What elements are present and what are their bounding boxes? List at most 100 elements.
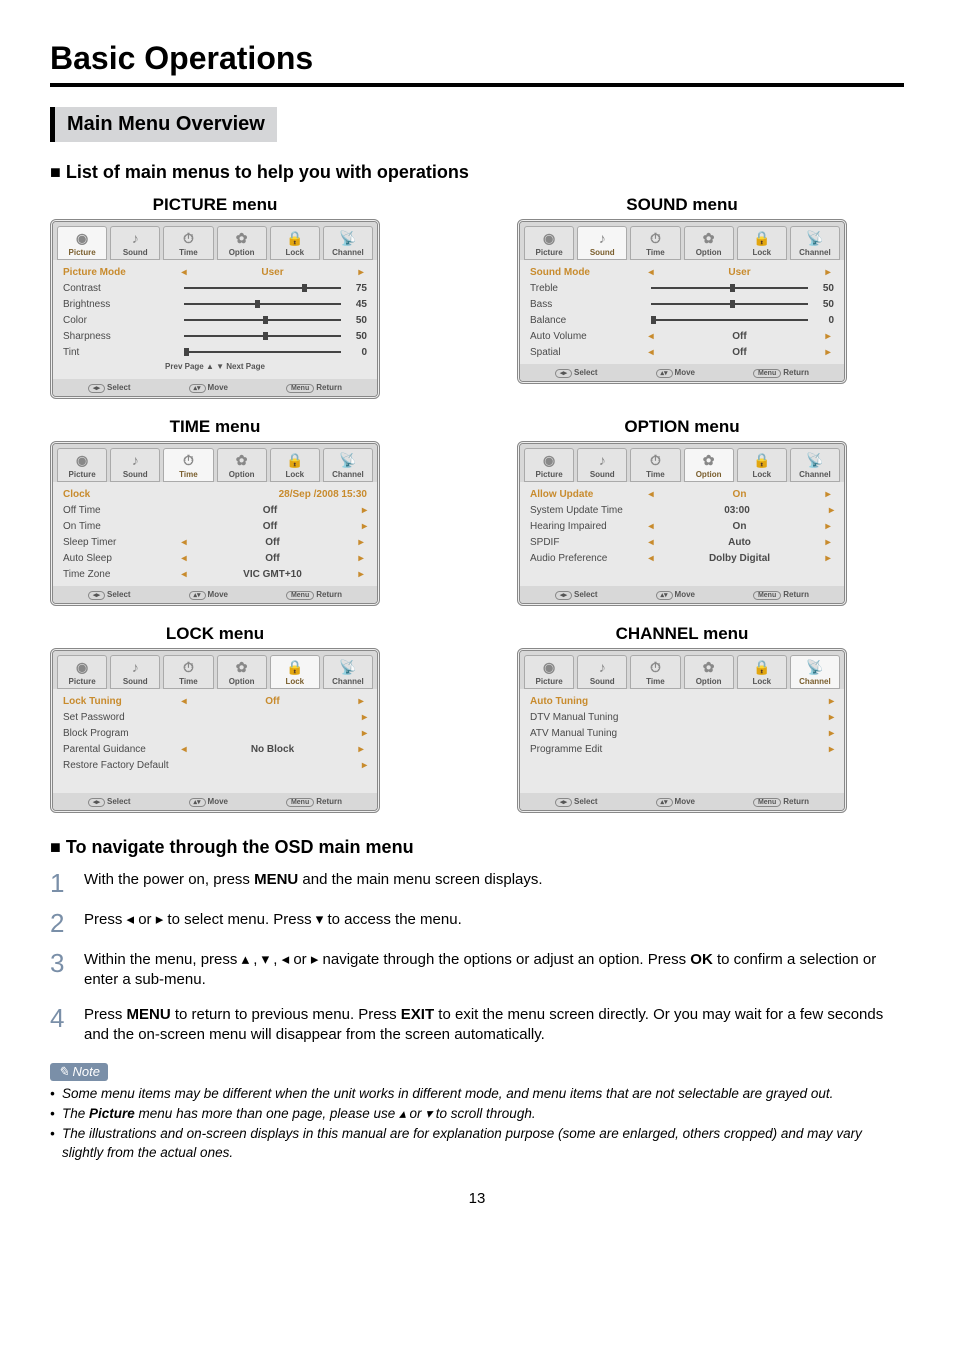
tab-sound[interactable]: ♪Sound	[110, 655, 160, 689]
nav-heading: To navigate through the OSD main menu	[50, 837, 904, 858]
row-auto tuning[interactable]: Auto Tuning ▸	[520, 693, 844, 709]
osd-time: ◉Picture♪Sound⏱Time✿Option🔒Lock📡Channel …	[50, 441, 380, 606]
row-treble[interactable]: Treble 50	[520, 280, 844, 296]
row-bass[interactable]: Bass 50	[520, 296, 844, 312]
note-section: ✎ Note Some menu items may be different …	[50, 1063, 904, 1162]
menu-lock: LOCK menu ◉Picture♪Sound⏱Time✿Option🔒Loc…	[50, 624, 380, 813]
row-clock[interactable]: Clock 28/Sep /2008 15:30	[53, 486, 377, 502]
list-heading: List of main menus to help you with oper…	[50, 162, 904, 183]
tab-lock[interactable]: 🔒Lock	[737, 655, 787, 689]
menu-channel: CHANNEL menu ◉Picture♪Sound⏱Time✿Option🔒…	[517, 624, 847, 813]
tab-picture[interactable]: ◉Picture	[57, 448, 107, 482]
row-on time[interactable]: On Time Off ▸	[53, 518, 377, 534]
row-dtv manual tuning[interactable]: DTV Manual Tuning ▸	[520, 709, 844, 725]
row-contrast[interactable]: Contrast 75	[53, 280, 377, 296]
tab-lock[interactable]: 🔒Lock	[737, 226, 787, 260]
tab-channel[interactable]: 📡Channel	[790, 448, 840, 482]
row-off time[interactable]: Off Time Off ▸	[53, 502, 377, 518]
tab-sound[interactable]: ♪Sound	[577, 655, 627, 689]
osd-footer: ◂▸Select ▴▾Move MenuReturn	[53, 793, 377, 810]
osd-channel: ◉Picture♪Sound⏱Time✿Option🔒Lock📡Channel …	[517, 648, 847, 813]
row-balance[interactable]: Balance 0	[520, 312, 844, 328]
tab-channel[interactable]: 📡Channel	[323, 448, 373, 482]
row-block program[interactable]: Block Program ▸	[53, 725, 377, 741]
row-sleep timer[interactable]: Sleep Timer ◂ Off ▸	[53, 534, 377, 550]
tab-time[interactable]: ⏱Time	[630, 226, 680, 260]
row-auto sleep[interactable]: Auto Sleep ◂ Off ▸	[53, 550, 377, 566]
menu-title-sound: SOUND menu	[517, 195, 847, 215]
row-set password[interactable]: Set Password ▸	[53, 709, 377, 725]
step-4: 4 Press MENU to return to previous menu.…	[50, 1005, 904, 1046]
menu-option: OPTION menu ◉Picture♪Sound⏱Time✿Option🔒L…	[517, 417, 847, 606]
menu-picture: PICTURE menu ◉Picture♪Sound⏱Time✿Option🔒…	[50, 195, 380, 399]
tab-option[interactable]: ✿Option	[684, 655, 734, 689]
tab-time[interactable]: ⏱Time	[630, 448, 680, 482]
row-parental guidance[interactable]: Parental Guidance ◂ No Block ▸	[53, 741, 377, 757]
osd-footer: ◂▸Select ▴▾Move MenuReturn	[53, 379, 377, 396]
tab-time[interactable]: ⏱Time	[163, 448, 213, 482]
row-system update time[interactable]: System Update Time 03:00 ▸	[520, 502, 844, 518]
notes-list: Some menu items may be different when th…	[50, 1085, 904, 1162]
tab-picture[interactable]: ◉Picture	[524, 226, 574, 260]
osd-tabs: ◉Picture♪Sound⏱Time✿Option🔒Lock📡Channel	[520, 651, 844, 689]
osd-tabs: ◉Picture♪Sound⏱Time✿Option🔒Lock📡Channel	[53, 222, 377, 260]
tab-time[interactable]: ⏱Time	[163, 226, 213, 260]
page-title: Basic Operations	[50, 40, 904, 87]
row-spdif[interactable]: SPDIF ◂ Auto ▸	[520, 534, 844, 550]
row-restore factory default[interactable]: Restore Factory Default ▸	[53, 757, 377, 773]
row-picture mode[interactable]: Picture Mode ◂ User ▸	[53, 264, 377, 280]
osd-footer: ◂▸Select ▴▾Move MenuReturn	[520, 586, 844, 603]
tab-picture[interactable]: ◉Picture	[57, 655, 107, 689]
menu-time: TIME menu ◉Picture♪Sound⏱Time✿Option🔒Loc…	[50, 417, 380, 606]
tab-time[interactable]: ⏱Time	[163, 655, 213, 689]
row-tint[interactable]: Tint 0	[53, 344, 377, 360]
row-color[interactable]: Color 50	[53, 312, 377, 328]
row-hearing impaired[interactable]: Hearing Impaired ◂ On ▸	[520, 518, 844, 534]
osd-picture: ◉Picture♪Sound⏱Time✿Option🔒Lock📡Channel …	[50, 219, 380, 399]
note-label: ✎ Note	[50, 1063, 108, 1081]
osd-tabs: ◉Picture♪Sound⏱Time✿Option🔒Lock📡Channel	[53, 444, 377, 482]
menu-title-lock: LOCK menu	[50, 624, 380, 644]
tab-channel[interactable]: 📡Channel	[790, 226, 840, 260]
tab-sound[interactable]: ♪Sound	[110, 448, 160, 482]
tab-lock[interactable]: 🔒Lock	[270, 655, 320, 689]
row-audio preference[interactable]: Audio Preference ◂ Dolby Digital ▸	[520, 550, 844, 566]
note-2: The Picture menu has more than one page,…	[50, 1105, 904, 1123]
tab-channel[interactable]: 📡Channel	[323, 226, 373, 260]
tab-option[interactable]: ✿Option	[684, 448, 734, 482]
tab-picture[interactable]: ◉Picture	[524, 655, 574, 689]
row-brightness[interactable]: Brightness 45	[53, 296, 377, 312]
tab-option[interactable]: ✿Option	[217, 655, 267, 689]
row-sharpness[interactable]: Sharpness 50	[53, 328, 377, 344]
menu-title-time: TIME menu	[50, 417, 380, 437]
row-lock tuning[interactable]: Lock Tuning ◂ Off ▸	[53, 693, 377, 709]
tab-channel[interactable]: 📡Channel	[323, 655, 373, 689]
tab-picture[interactable]: ◉Picture	[57, 226, 107, 260]
note-3: The illustrations and on-screen displays…	[50, 1125, 904, 1161]
row-allow update[interactable]: Allow Update ◂ On ▸	[520, 486, 844, 502]
page-number: 13	[50, 1190, 904, 1207]
tab-lock[interactable]: 🔒Lock	[737, 448, 787, 482]
row-sound mode[interactable]: Sound Mode ◂ User ▸	[520, 264, 844, 280]
tab-sound[interactable]: ♪Sound	[577, 226, 627, 260]
row-spatial[interactable]: Spatial ◂ Off ▸	[520, 344, 844, 360]
tab-picture[interactable]: ◉Picture	[524, 448, 574, 482]
osd-option: ◉Picture♪Sound⏱Time✿Option🔒Lock📡Channel …	[517, 441, 847, 606]
tab-lock[interactable]: 🔒Lock	[270, 226, 320, 260]
tab-option[interactable]: ✿Option	[217, 226, 267, 260]
osd-tabs: ◉Picture♪Sound⏱Time✿Option🔒Lock📡Channel	[520, 222, 844, 260]
tab-lock[interactable]: 🔒Lock	[270, 448, 320, 482]
menu-title-picture: PICTURE menu	[50, 195, 380, 215]
tab-option[interactable]: ✿Option	[217, 448, 267, 482]
osd-sound: ◉Picture♪Sound⏱Time✿Option🔒Lock📡Channel …	[517, 219, 847, 384]
tab-option[interactable]: ✿Option	[684, 226, 734, 260]
tab-sound[interactable]: ♪Sound	[577, 448, 627, 482]
osd-footer: ◂▸Select ▴▾Move MenuReturn	[53, 586, 377, 603]
tab-channel[interactable]: 📡Channel	[790, 655, 840, 689]
row-auto volume[interactable]: Auto Volume ◂ Off ▸	[520, 328, 844, 344]
row-programme edit[interactable]: Programme Edit ▸	[520, 741, 844, 757]
tab-sound[interactable]: ♪Sound	[110, 226, 160, 260]
row-atv manual tuning[interactable]: ATV Manual Tuning ▸	[520, 725, 844, 741]
row-time zone[interactable]: Time Zone ◂ VIC GMT+10 ▸	[53, 566, 377, 582]
tab-time[interactable]: ⏱Time	[630, 655, 680, 689]
